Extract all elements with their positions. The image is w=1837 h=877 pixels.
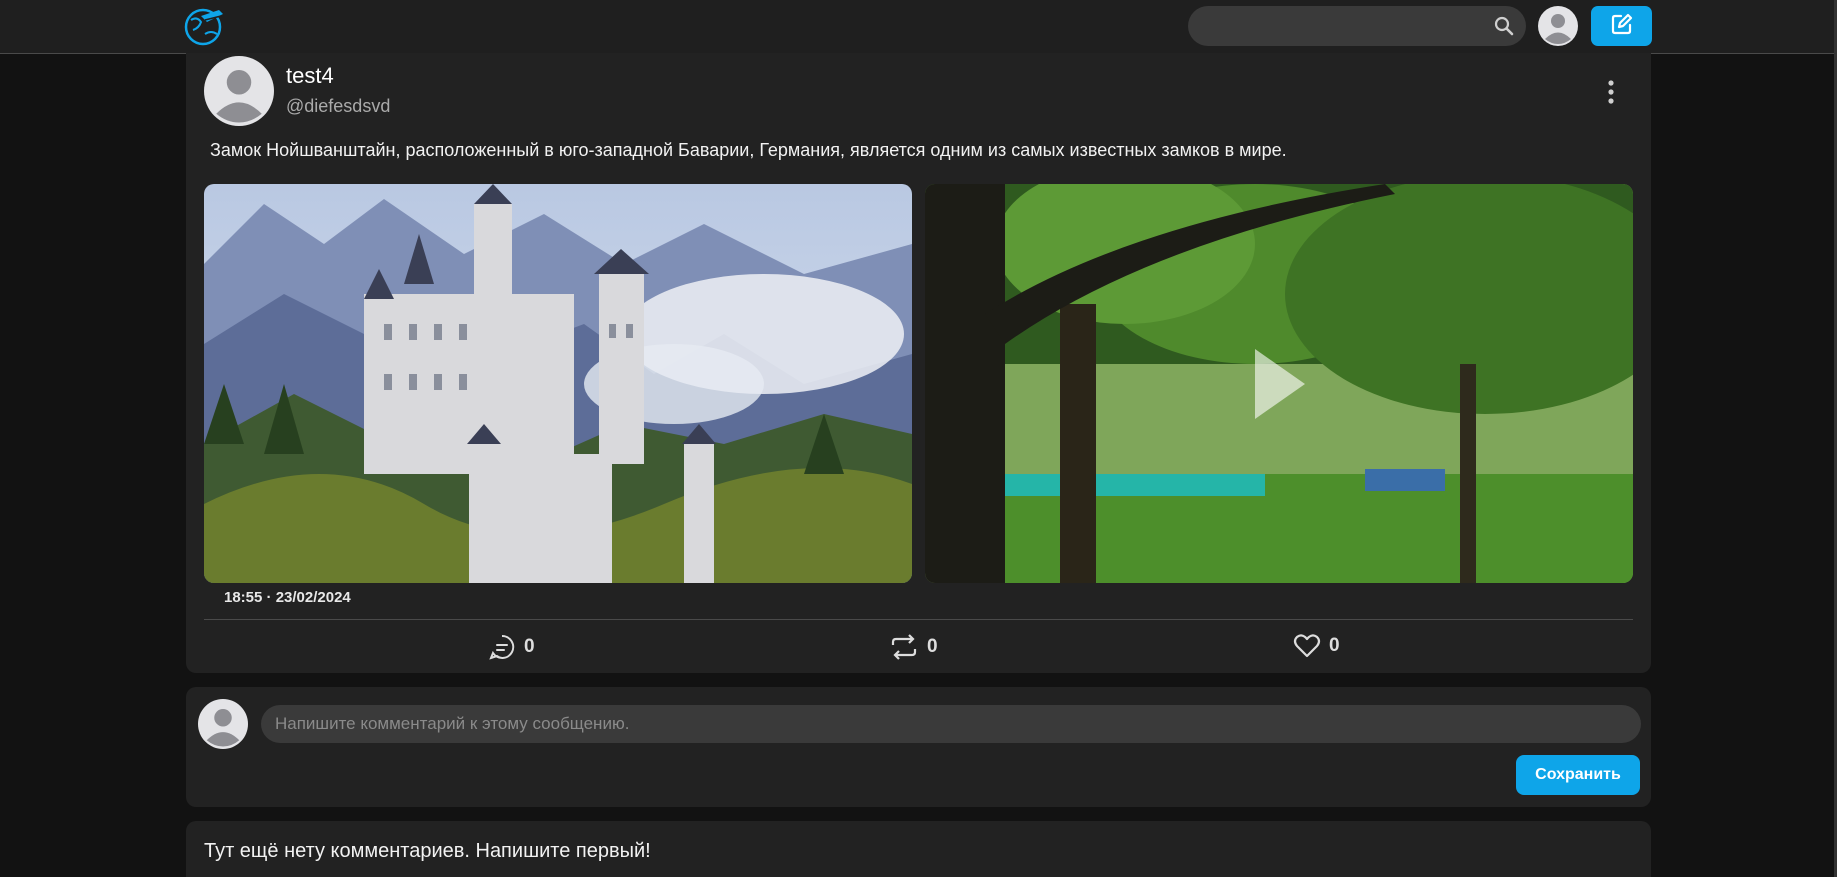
edit-icon: [1611, 13, 1633, 40]
post-image-castle[interactable]: [204, 184, 912, 583]
user-avatar-icon[interactable]: [1538, 6, 1578, 46]
like-count: 0: [1329, 635, 1340, 656]
like-button[interactable]: 0: [1293, 633, 1340, 659]
user-avatar-icon[interactable]: [198, 699, 248, 749]
empty-comments-message: Тут ещё нету комментариев. Напишите перв…: [204, 840, 651, 862]
comment-input[interactable]: [261, 705, 1641, 743]
divider: [204, 619, 1633, 620]
post-text: Замок Нойшванштайн, расположенный в юго-…: [210, 140, 1287, 160]
author-avatar[interactable]: [204, 56, 274, 126]
repost-icon: [889, 633, 919, 661]
vertical-dots-icon[interactable]: [1604, 79, 1618, 105]
reply-button[interactable]: 0: [488, 633, 535, 661]
compose-post-button[interactable]: [1591, 6, 1652, 46]
post-video[interactable]: [925, 184, 1633, 583]
comment-form: Сохранить: [186, 687, 1651, 807]
post-card: test4 @diefesdsvd Замок Нойшванштайн, ра…: [186, 53, 1651, 673]
heart-icon: [1293, 633, 1321, 659]
author-username[interactable]: test4: [286, 63, 334, 89]
search-icon[interactable]: [1494, 16, 1514, 36]
save-button[interactable]: Сохранить: [1516, 755, 1640, 795]
castle-photo: [204, 184, 912, 583]
repost-count: 0: [927, 636, 938, 657]
search-input[interactable]: [1204, 6, 1478, 48]
author-handle[interactable]: @diefesdsvd: [286, 96, 390, 117]
post-timestamp: 18:55 · 23/02/2024: [224, 589, 351, 606]
globe-hand-logo-icon[interactable]: [183, 6, 227, 46]
comments-section: Тут ещё нету комментариев. Напишите перв…: [186, 821, 1651, 877]
comment-icon: [488, 633, 516, 661]
reply-count: 0: [524, 636, 535, 657]
repost-button[interactable]: 0: [889, 633, 938, 661]
top-navigation-bar: [0, 0, 1837, 54]
search-bar: [1188, 6, 1526, 48]
